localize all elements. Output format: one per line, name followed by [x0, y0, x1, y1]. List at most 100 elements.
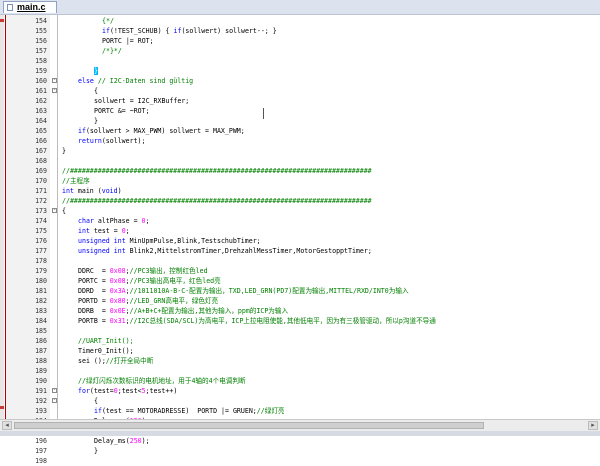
code-token: ) [117, 187, 122, 195]
code-token: MinUpmPulse,Blink,TestschubTimer; [125, 237, 261, 245]
code-line[interactable]: 174 char altPhase = 0; [0, 216, 600, 226]
code-token: } [94, 117, 98, 125]
fold-toggle-icon[interactable]: - [52, 208, 57, 213]
line-number: 159 [35, 67, 47, 75]
code-line[interactable]: 182 PORTD = 0x80;//LED_GRN高电平，绿色灯亮 [0, 296, 600, 306]
code-text: int main (void) [62, 186, 122, 196]
line-number: 165 [35, 127, 47, 135]
code-line[interactable]: 176 unsigned int MinUpmPulse,Blink,Testsc… [0, 236, 600, 246]
code-line[interactable]: 177 unsigned int Blink2,MittelstromTimer,… [0, 246, 600, 256]
code-keyword: int [78, 227, 90, 235]
code-line[interactable]: 166 return(sollwert); [0, 136, 600, 146]
code-line[interactable]: 163 PORTC &= ~ROT; [0, 106, 600, 116]
code-line[interactable]: 169 //###################################… [0, 166, 600, 176]
code-line[interactable]: 171 int main (void) [0, 186, 600, 196]
code-line[interactable]: 192- { [0, 396, 600, 406]
code-text: //######################################… [62, 166, 372, 176]
code-text: //绿灯闪烁次数标识的电机地址，用于4轴的4个电调判断 [78, 376, 246, 386]
code-text: sei ();//打开全局中断 [78, 356, 153, 366]
code-line[interactable]: 193 if(test == MOTORADRESSE) PORTD |= GRU… [0, 406, 600, 416]
code-line[interactable]: 180 PORTC = 0x08;//PC3输出高电平，红色led亮 [0, 276, 600, 286]
code-comment: //1011010A-B-C-配置为输出，TXD,LED_GRN(PD7)配置为… [129, 287, 409, 295]
fold-toggle-icon[interactable]: - [52, 388, 57, 393]
line-number: 157 [35, 47, 47, 55]
code-token: { [94, 397, 98, 405]
code-line[interactable]: 187 Timer0_Init(); [0, 346, 600, 356]
line-number: 158 [35, 57, 47, 65]
code-token: ;test< [117, 387, 142, 395]
status-bar [0, 431, 600, 436]
code-line[interactable]: 175 int test = 0; [0, 226, 600, 236]
code-text: PORTC = 0x08;//PC3输出高电平，红色led亮 [78, 276, 221, 286]
code-line[interactable]: 185 [0, 326, 600, 336]
code-line[interactable]: 157 /*}*/ [0, 46, 600, 56]
code-line[interactable]: 154 {*/ [0, 16, 600, 26]
brace-match-highlight: } [94, 67, 98, 75]
code-line[interactable]: 186 //UART_Init(); [0, 336, 600, 346]
scrollbar-thumb[interactable] [14, 422, 484, 429]
code-line[interactable]: 188 sei ();//打开全局中断 [0, 356, 600, 366]
code-line[interactable]: 183 DDRB = 0x0E;//A+B+C+配置为输出,其他为输入，ppm的I… [0, 306, 600, 316]
tab-main-c[interactable]: main.c [3, 1, 57, 13]
horizontal-scrollbar[interactable]: ◂ ▸ [0, 419, 600, 431]
code-line[interactable]: 158 [0, 56, 600, 66]
code-line[interactable]: 184 PORTB = 0x31;//I2C总线(SDA/SCL)为高电平，ICP… [0, 316, 600, 326]
code-line[interactable]: 155 if(!TEST_SCHUB) { if(sollwert) sollwe… [0, 26, 600, 36]
line-number: 182 [35, 297, 47, 305]
code-number: 0x3A [109, 287, 126, 295]
code-editor[interactable]: 154 {*/155 if(!TEST_SCHUB) { if(sollwert) … [0, 15, 600, 465]
code-token: ); [141, 437, 150, 445]
code-line[interactable]: 162 sollwert = I2C_RXBuffer; [0, 96, 600, 106]
code-line[interactable]: 160- else // I2C-Daten sind gültig [0, 76, 600, 86]
code-line[interactable]: 170 //主程序 [0, 176, 600, 186]
code-line[interactable]: 191- for(test=0;test<5;test++) [0, 386, 600, 396]
code-token: main ( [73, 187, 102, 195]
code-line[interactable]: 165 if(sollwert > MAX_PWM) sollwert = MAX… [0, 126, 600, 136]
code-text: else // I2C-Daten sind gültig [78, 76, 193, 86]
code-line[interactable]: 190 //绿灯闪烁次数标识的电机地址，用于4轴的4个电调判断 [0, 376, 600, 386]
code-keyword: int [62, 187, 74, 195]
code-line[interactable]: 189 [0, 366, 600, 376]
code-line[interactable]: 179 DDRC = 0x08;//PC3输出，控制红色led [0, 266, 600, 276]
code-token: DDRD = [78, 287, 110, 295]
fold-toggle-icon[interactable]: - [52, 88, 57, 93]
code-text: } [94, 446, 98, 456]
code-token: (sollwert) sollwert--; } [181, 27, 277, 35]
fold-toggle-icon[interactable]: - [52, 398, 57, 403]
line-number: 174 [35, 217, 47, 225]
arrow-left-icon[interactable]: ◂ [2, 421, 12, 430]
code-text: if(sollwert > MAX_PWM) sollwert = MAX_PW… [78, 126, 245, 136]
code-line[interactable]: 167} [0, 146, 600, 156]
code-text: if(test == MOTORADRESSE) PORTD |= GRUEN;… [94, 406, 285, 416]
code-token: PORTC &= ~ROT; [94, 107, 150, 115]
code-comment: //打开全局中断 [105, 357, 154, 365]
code-text: Timer0_Init(); [78, 346, 134, 356]
line-number: 188 [35, 357, 47, 365]
code-text: Delay_ms(250); [94, 436, 150, 446]
code-keyword: return [78, 137, 102, 145]
code-text: if(!TEST_SCHUB) { if(sollwert) sollwert-… [102, 26, 277, 36]
arrow-right-icon[interactable]: ▸ [588, 421, 598, 430]
code-line[interactable]: 198 [0, 456, 600, 466]
code-number: 0x08 [109, 277, 126, 285]
code-line[interactable]: 164} [0, 116, 600, 126]
code-token: Timer0_Init(); [78, 347, 134, 355]
code-token: } [62, 147, 66, 155]
line-number: 193 [35, 407, 47, 415]
code-text: return(sollwert); [78, 136, 146, 146]
code-line[interactable]: 168 [0, 156, 600, 166]
code-token: (sollwert > MAX_PWM) sollwert = MAX_PWM; [85, 127, 245, 135]
code-line[interactable]: 196 Delay_ms(250); [0, 436, 600, 446]
fold-toggle-icon[interactable]: - [52, 78, 57, 83]
code-line[interactable]: 159} [0, 66, 600, 76]
code-line[interactable]: 172 //###################################… [0, 196, 600, 206]
code-line[interactable]: 161- { [0, 86, 600, 96]
code-line[interactable]: 178 [0, 256, 600, 266]
code-line[interactable]: 156 PORTC |= ROT; [0, 36, 600, 46]
code-keyword: void [101, 187, 118, 195]
code-line[interactable]: 197} [0, 446, 600, 456]
code-line[interactable]: 181 DDRD = 0x3A;//1011010A-B-C-配置为输出，TXD,… [0, 286, 600, 296]
code-keyword: char [78, 217, 94, 225]
line-number: 198 [35, 457, 47, 465]
code-line[interactable]: 173-{ [0, 206, 600, 216]
